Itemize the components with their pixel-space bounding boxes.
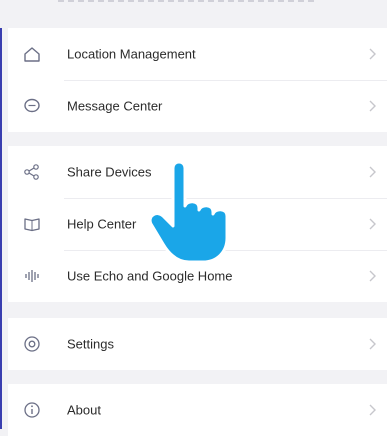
menu-item-label: About bbox=[67, 402, 101, 418]
settings-icon bbox=[22, 334, 42, 354]
menu-group-about: About bbox=[8, 384, 387, 436]
menu-item-label: Use Echo and Google Home bbox=[67, 268, 233, 284]
voice-wave-icon bbox=[22, 266, 42, 286]
chat-bubble-icon bbox=[22, 96, 42, 116]
book-icon bbox=[22, 214, 42, 234]
chevron-right-icon bbox=[369, 48, 376, 60]
menu-item-settings[interactable]: Settings bbox=[8, 318, 387, 370]
menu-item-label: Message Center bbox=[67, 98, 163, 114]
chevron-right-icon bbox=[369, 218, 376, 230]
top-bar bbox=[0, 0, 387, 28]
menu-item-about[interactable]: About bbox=[8, 384, 387, 436]
menu-item-label: Help Center bbox=[67, 216, 137, 232]
home-icon bbox=[22, 44, 42, 64]
cropped-header-remnant bbox=[58, 0, 318, 2]
chevron-right-icon bbox=[369, 338, 376, 350]
menu-group-account: Location Management Message Center bbox=[8, 28, 387, 132]
share-icon bbox=[22, 162, 42, 182]
pointing-hand-icon bbox=[148, 160, 229, 264]
chevron-right-icon bbox=[369, 270, 376, 282]
menu-item-label: Settings bbox=[67, 336, 114, 352]
chevron-right-icon bbox=[369, 166, 376, 178]
info-icon bbox=[22, 400, 42, 420]
menu-item-message-center[interactable]: Message Center bbox=[8, 80, 387, 132]
menu-item-label: Share Devices bbox=[67, 164, 152, 180]
menu-item-label: Location Management bbox=[67, 46, 196, 62]
chevron-right-icon bbox=[369, 404, 376, 416]
chevron-right-icon bbox=[369, 100, 376, 112]
menu-group-settings: Settings bbox=[8, 318, 387, 370]
menu-item-location-management[interactable]: Location Management bbox=[8, 28, 387, 80]
